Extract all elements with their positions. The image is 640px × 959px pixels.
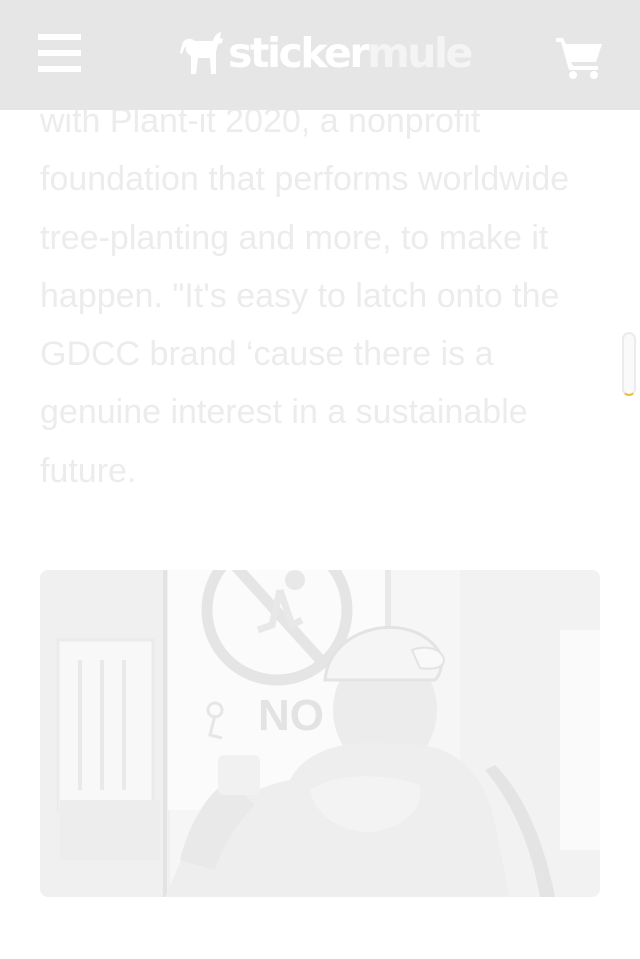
scrollbar-thumb[interactable] (622, 332, 636, 396)
article-paragraph: with Plant-it 2020, a nonprofit foundati… (40, 102, 570, 490)
photo-artwork: NO (40, 570, 600, 897)
logo-wordmark: stickermule (228, 28, 473, 78)
article-body: with Plant-it 2020, a nonprofit foundati… (40, 92, 600, 500)
logo-text-mule: mule (367, 29, 473, 77)
hamburger-menu-icon[interactable] (38, 34, 82, 72)
sign-text: NO (258, 691, 324, 740)
top-nav-bar: stickermule (0, 0, 640, 110)
logo-text-sticker: sticker (228, 29, 370, 77)
article-photo: NO (40, 570, 600, 897)
sticker-mule-logo[interactable]: stickermule (180, 28, 473, 78)
shopping-cart-icon[interactable] (556, 36, 604, 80)
mule-icon (180, 32, 223, 74)
